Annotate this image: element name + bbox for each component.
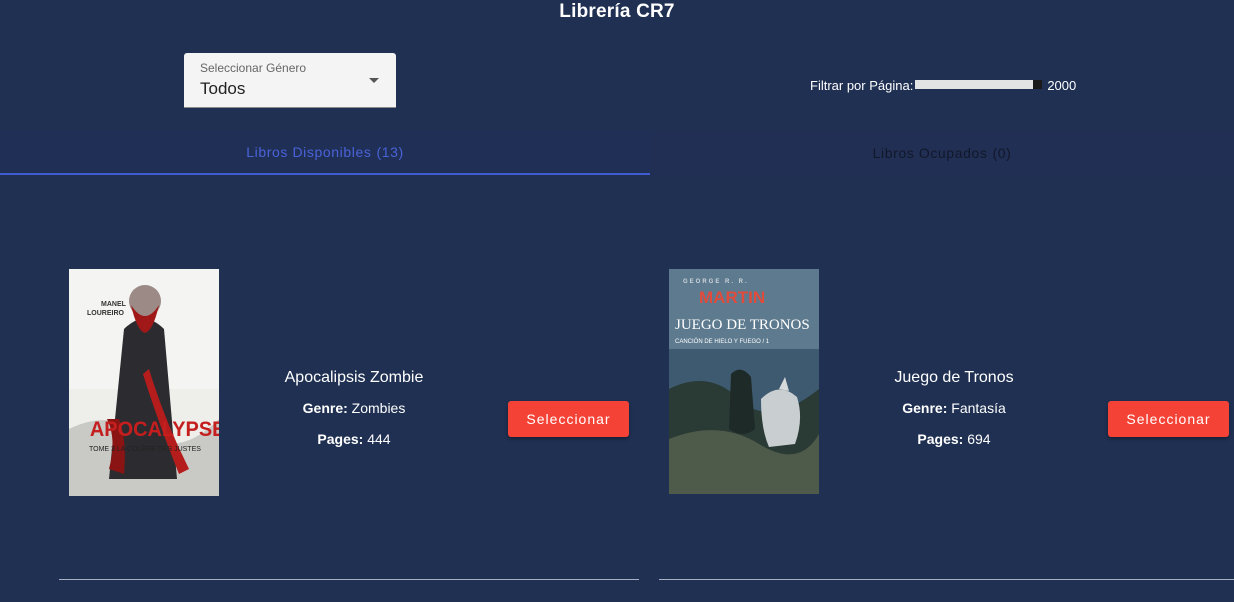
tab-count: (13) <box>376 143 404 160</box>
genre-label: Genre: <box>902 400 948 416</box>
select-button[interactable]: Seleccionar <box>508 401 629 437</box>
pages-label: Pages: <box>917 431 964 447</box>
svg-text:LOUREIRO: LOUREIRO <box>87 310 125 317</box>
pages-value: 444 <box>367 431 391 447</box>
svg-text:MARTIN: MARTIN <box>699 288 765 307</box>
tab-bar: Libros Disponibles (13) Libros Ocupados … <box>0 130 1234 175</box>
page-filter: Filtrar por Página: 2000 <box>810 76 1076 94</box>
svg-text:TOME 3 LA COLÈRE DES JUSTES: TOME 3 LA COLÈRE DES JUSTES <box>89 444 201 453</box>
book-genre: Genre: Zombies <box>249 400 459 416</box>
tab-available-books[interactable]: Libros Disponibles (13) <box>0 130 650 175</box>
app-title: Librería CR7 <box>559 1 675 22</box>
book-info: Apocalipsis Zombie Genre: Zombies Pages:… <box>249 369 459 462</box>
book-cover: MANEL LOUREIRO APOCALYPSE Z TOME 3 LA CO… <box>69 269 219 496</box>
card-divider <box>59 579 639 580</box>
svg-text:GEORGE R. R.: GEORGE R. R. <box>683 279 749 285</box>
svg-text:JUEGO DE TRONOS: JUEGO DE TRONOS <box>675 317 810 333</box>
svg-text:CANCIÓN DE HIELO Y FUEGO / 1: CANCIÓN DE HIELO Y FUEGO / 1 <box>675 338 770 345</box>
select-button[interactable]: Seleccionar <box>1108 401 1229 437</box>
book-title: Apocalipsis Zombie <box>284 369 424 386</box>
page-filter-value: 2000 <box>1047 77 1077 93</box>
book-info: Juego de Tronos Genre: Fantasía Pages: 6… <box>849 369 1059 462</box>
book-card: MANEL LOUREIRO APOCALYPSE Z TOME 3 LA CO… <box>59 269 639 580</box>
genre-value: Zombies <box>351 400 406 416</box>
tab-label: Libros Disponibles <box>246 143 372 160</box>
book-title: Juego de Tronos <box>894 369 1014 386</box>
book-genre: Genre: Fantasía <box>849 400 1059 416</box>
card-divider <box>659 579 1234 580</box>
book-cover: GEORGE R. R. MARTIN JUEGO DE TRONOS CANC… <box>669 269 819 494</box>
pages-value: 694 <box>967 431 991 447</box>
book-pages: Pages: 444 <box>249 431 459 447</box>
genre-label: Genre: <box>302 400 348 416</box>
genre-select[interactable]: Seleccionar Género Todos <box>184 53 396 108</box>
svg-text:MANEL: MANEL <box>101 301 127 308</box>
genre-value: Fantasía <box>951 400 1006 416</box>
genre-select-label: Seleccionar Género <box>200 61 307 75</box>
slider-track[interactable] <box>915 80 1034 89</box>
genre-select-value: Todos <box>200 79 246 98</box>
svg-text:APOCALYPSE Z: APOCALYPSE Z <box>90 418 219 442</box>
tab-count: (0) <box>992 144 1012 161</box>
page-filter-label: Filtrar por Página: <box>810 77 914 93</box>
book-pages: Pages: 694 <box>849 431 1059 447</box>
tab-label: Libros Ocupados <box>872 144 988 161</box>
chevron-down-icon[interactable] <box>369 78 379 83</box>
pages-label: Pages: <box>317 431 364 447</box>
slider-thumb[interactable] <box>1033 80 1043 89</box>
book-card: GEORGE R. R. MARTIN JUEGO DE TRONOS CANC… <box>659 269 1234 580</box>
page-range-slider[interactable] <box>915 76 1043 94</box>
tab-occupied-books[interactable]: Libros Ocupados (0) <box>650 130 1234 175</box>
